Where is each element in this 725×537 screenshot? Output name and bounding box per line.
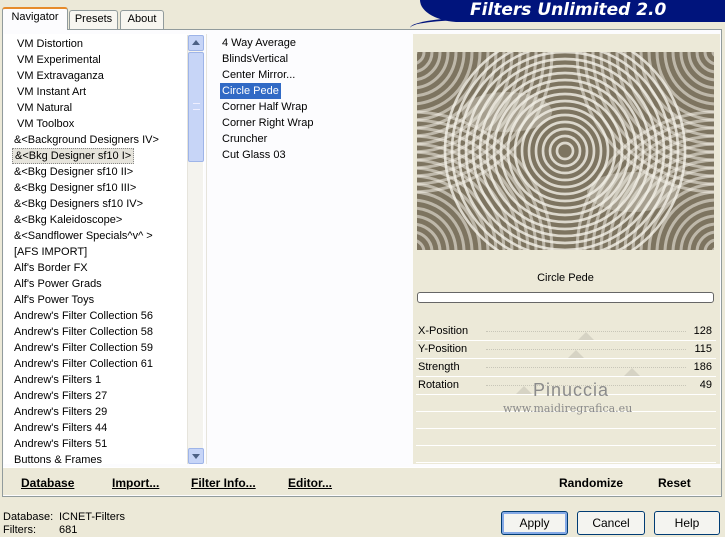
param-slider-track[interactable] — [486, 349, 686, 350]
param-value: 115 — [694, 343, 712, 355]
status-database-value: ICNET-Filters — [59, 511, 125, 523]
param-row[interactable]: Y-Position 115 — [416, 341, 716, 359]
category-item[interactable]: &<Bkg Designer sf10 I> — [12, 148, 135, 164]
category-item[interactable]: Andrew's Filters 29 — [12, 404, 109, 420]
category-item[interactable]: &<Bkg Designer sf10 III> — [12, 180, 138, 196]
param-value: 186 — [693, 361, 712, 373]
preview-filter-name: Circle Pede — [537, 272, 594, 284]
circle-pattern — [417, 52, 714, 250]
scroll-up-button[interactable] — [188, 35, 204, 51]
category-item[interactable]: Alf's Power Toys — [12, 292, 96, 308]
progress-bar — [417, 292, 714, 303]
param-label: Y-Position — [418, 343, 468, 355]
help-button[interactable]: Help — [654, 511, 720, 535]
param-row[interactable]: X-Position 128 — [416, 323, 716, 341]
tab-about[interactable]: About — [120, 10, 164, 29]
param-value: 49 — [699, 379, 712, 391]
category-item[interactable]: Alf's Border FX — [12, 260, 90, 276]
category-item[interactable]: VM Extravaganza — [15, 68, 106, 84]
watermark-site: www.maidiregrafica.eu — [503, 402, 633, 415]
param-slider-marker[interactable] — [623, 368, 640, 376]
database-button[interactable]: Database — [21, 476, 74, 490]
filter-item[interactable]: Corner Half Wrap — [220, 99, 309, 115]
category-item[interactable]: &<Bkg Designers sf10 IV> — [12, 196, 145, 212]
category-item[interactable]: &<Bkg Designer sf10 II> — [12, 164, 135, 180]
chevron-up-icon — [192, 40, 200, 45]
category-scrollbar[interactable] — [187, 35, 204, 464]
category-item[interactable]: VM Experimental — [15, 52, 103, 68]
status-database: Database: ICNET-Filters — [3, 511, 125, 523]
param-label: X-Position — [418, 325, 469, 337]
status-database-label: Database: — [3, 511, 54, 523]
editor-button[interactable]: Editor... — [288, 476, 332, 490]
param-slider-marker[interactable] — [578, 332, 595, 340]
param-row-empty — [416, 447, 716, 463]
category-item[interactable]: VM Natural — [15, 100, 74, 116]
reset-button[interactable]: Reset — [658, 476, 691, 490]
filter-item[interactable]: Center Mirror... — [220, 67, 297, 83]
param-row-empty — [416, 430, 716, 446]
filter-item[interactable]: 4 Way Average — [220, 35, 298, 51]
category-item[interactable]: &<Bkg Kaleidoscope> — [12, 212, 124, 228]
category-item[interactable]: Andrew's Filter Collection 56 — [12, 308, 155, 324]
status-filters-label: Filters: — [3, 524, 36, 536]
filter-item[interactable]: Cruncher — [220, 131, 269, 147]
param-slider-track[interactable] — [486, 367, 686, 368]
param-row-empty — [416, 413, 716, 429]
filter-item[interactable]: BlindsVertical — [220, 51, 290, 67]
category-item[interactable]: Buttons & Frames — [12, 452, 104, 464]
filter-item[interactable]: Cut Glass 03 — [220, 147, 288, 163]
category-item[interactable]: &<Sandflower Specials^v^ > — [12, 228, 155, 244]
param-row[interactable]: Strength 186 — [416, 359, 716, 377]
randomize-button[interactable]: Randomize — [559, 476, 623, 490]
filter-item[interactable]: Circle Pede — [220, 83, 281, 99]
scroll-down-button[interactable] — [188, 448, 204, 464]
filter-item[interactable]: Corner Right Wrap — [220, 115, 316, 131]
category-list[interactable]: VM Distortion VM Experimental VM Extravaga… — [4, 34, 204, 464]
tab-navigator[interactable]: Navigator — [2, 7, 68, 30]
category-item[interactable]: Andrew's Filter Collection 58 — [12, 324, 155, 340]
category-item[interactable]: VM Toolbox — [15, 116, 76, 132]
category-item[interactable]: &<Background Designers IV> — [12, 132, 161, 148]
category-item[interactable]: [AFS IMPORT] — [12, 244, 89, 260]
status-filters-value: 681 — [59, 524, 78, 536]
grip-icon — [193, 103, 200, 110]
import-button[interactable]: Import... — [112, 476, 159, 490]
list-divider — [206, 34, 207, 464]
category-item[interactable]: Alf's Power Grads — [12, 276, 104, 292]
category-item[interactable]: VM Instant Art — [15, 84, 88, 100]
app-title: Filters Unlimited 2.0 — [470, 0, 667, 20]
filter-preview-image — [417, 52, 714, 250]
filter-info-button[interactable]: Filter Info... — [191, 476, 256, 490]
param-label: Strength — [418, 361, 460, 373]
param-slider-marker[interactable] — [516, 386, 533, 394]
scroll-thumb[interactable] — [188, 52, 204, 162]
apply-button[interactable]: Apply — [501, 511, 568, 535]
status-filters: Filters: 681 — [3, 524, 77, 536]
chevron-down-icon — [192, 454, 200, 459]
category-item[interactable]: Andrew's Filters 51 — [12, 436, 109, 452]
category-item[interactable]: Andrew's Filters 44 — [12, 420, 109, 436]
param-slider-marker[interactable] — [568, 350, 585, 358]
category-item[interactable]: Andrew's Filters 27 — [12, 388, 109, 404]
cancel-button[interactable]: Cancel — [577, 511, 645, 535]
category-item[interactable]: Andrew's Filter Collection 61 — [12, 356, 155, 372]
category-item[interactable]: Andrew's Filter Collection 59 — [12, 340, 155, 356]
category-item[interactable]: Andrew's Filters 1 — [12, 372, 103, 388]
param-label: Rotation — [418, 379, 459, 391]
watermark-name: Pinuccia — [533, 380, 610, 400]
category-item[interactable]: VM Distortion — [15, 36, 85, 52]
param-value: 128 — [693, 325, 712, 337]
tab-presets[interactable]: Presets — [69, 10, 118, 29]
